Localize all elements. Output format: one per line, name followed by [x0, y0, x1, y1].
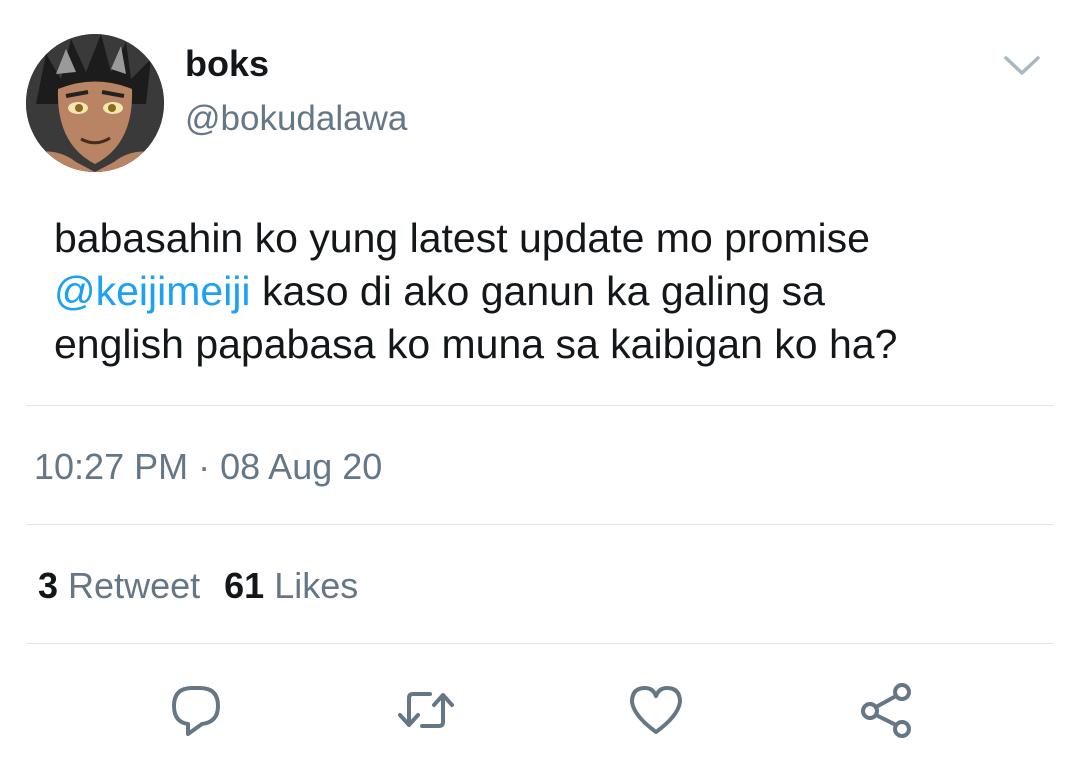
- share-button[interactable]: [856, 680, 916, 740]
- retweet-button[interactable]: [396, 680, 456, 740]
- display-name[interactable]: boks: [185, 42, 269, 86]
- avatar-image: [26, 34, 164, 172]
- likes-count: 61: [224, 565, 265, 606]
- meta-separator: ·: [198, 446, 211, 487]
- mention-link[interactable]: @keijimeiji: [54, 268, 251, 314]
- reply-icon: [172, 686, 220, 736]
- chevron-down-icon[interactable]: [998, 48, 1046, 82]
- like-button[interactable]: [626, 680, 686, 740]
- retweets-count: 3: [38, 565, 59, 606]
- retweet-icon: [398, 692, 454, 728]
- likes-stat[interactable]: 61 Likes: [224, 565, 358, 606]
- tweet-text-line: english papabasa ko muna sa kaibigan ko …: [54, 321, 898, 367]
- tweet-date: 08 Aug 20: [220, 446, 383, 487]
- avatar[interactable]: [26, 34, 164, 172]
- likes-label: Likes: [274, 565, 359, 606]
- tweet-text-line: @keijimeiji kaso di ako ganun ka galing …: [54, 265, 1054, 318]
- heart-icon: [630, 686, 682, 734]
- tweet-text: babasahin ko yung latest update mo promi…: [54, 212, 1054, 371]
- user-handle[interactable]: @bokudalawa: [185, 97, 407, 141]
- retweets-label: Retweet: [68, 565, 201, 606]
- tweet-text-segment: kaso di ako ganun ka galing sa: [250, 268, 825, 314]
- engagement-stats: 3 Retweet 61 Likes: [38, 563, 358, 609]
- tweet-text-line: babasahin ko yung latest update mo promi…: [54, 215, 870, 261]
- divider: [26, 405, 1054, 406]
- divider: [26, 524, 1054, 525]
- tweet-timestamp: 10:27 PM · 08 Aug 20: [34, 444, 382, 490]
- divider: [26, 643, 1054, 644]
- retweets-stat[interactable]: 3 Retweet: [38, 565, 200, 606]
- tweet-time: 10:27 PM: [34, 446, 189, 487]
- tweet-detail: boks @bokudalawa babasahin ko yung lates…: [0, 0, 1080, 769]
- reply-button[interactable]: [166, 680, 226, 740]
- share-icon: [861, 683, 911, 738]
